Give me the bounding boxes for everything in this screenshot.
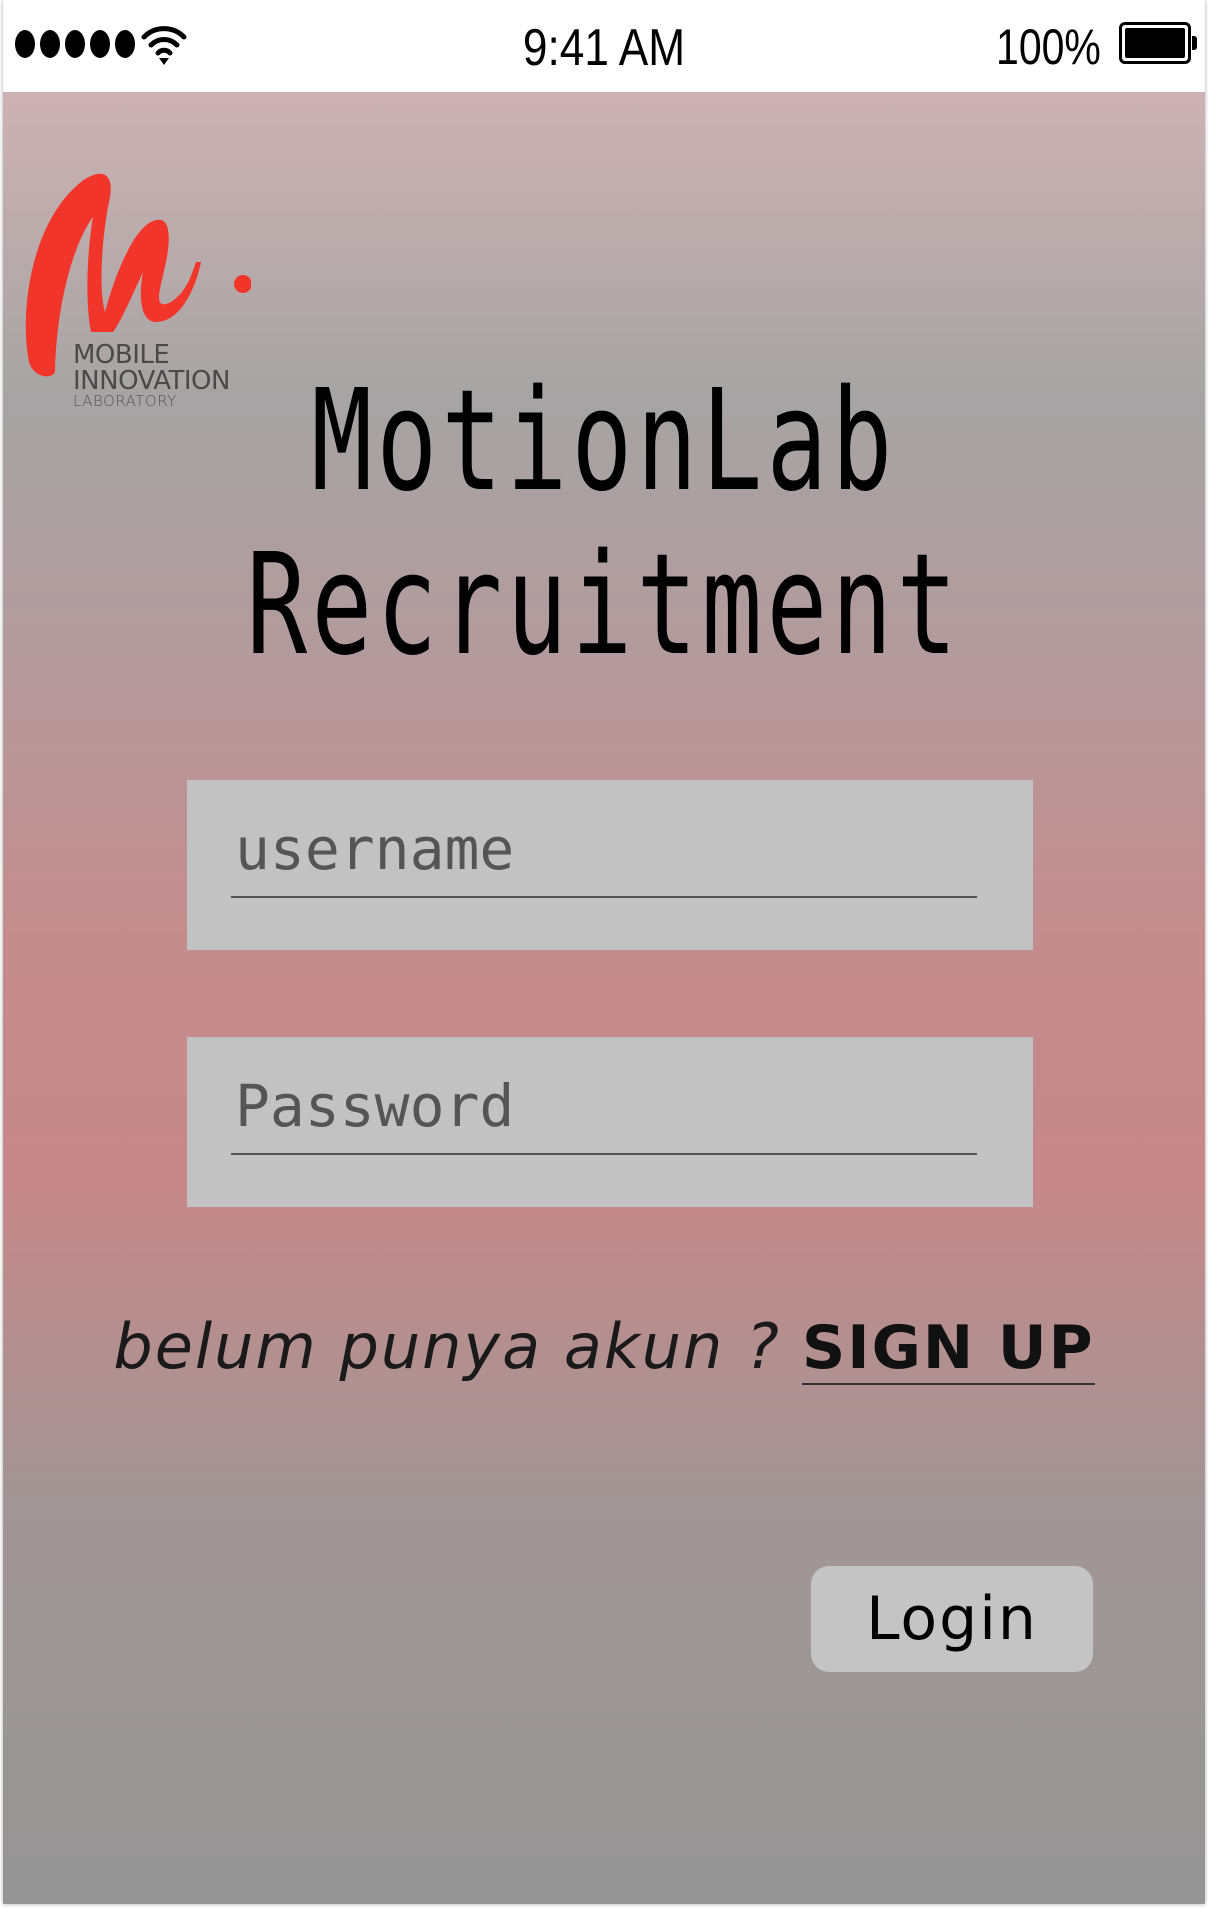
username-field-box (187, 780, 1033, 950)
password-input[interactable] (231, 1059, 977, 1155)
battery-icon (1119, 22, 1197, 64)
password-field-box (187, 1037, 1033, 1207)
status-bar: 9:41 AM 100% (3, 0, 1205, 92)
status-time: 9:41 AM (522, 19, 686, 77)
login-button[interactable]: Login (811, 1566, 1093, 1672)
battery-percent: 100% (996, 19, 1101, 75)
login-screen: MOBILE INNOVATION LABORATORY MotionLab R… (3, 92, 1205, 1904)
app-title-line1: MotionLab (311, 360, 897, 523)
sign-up-link[interactable]: SIGN UP (802, 1313, 1095, 1385)
app-title-line2: Recruitment (246, 524, 962, 687)
signup-prompt: belum punya akun ? (113, 1310, 781, 1383)
phone-frame: 9:41 AM 100% MOBILE INNOVATION LABORATOR… (3, 0, 1205, 1904)
username-input[interactable] (231, 802, 977, 898)
signup-row: belum punya akun ? SIGN UP (3, 1310, 1205, 1385)
